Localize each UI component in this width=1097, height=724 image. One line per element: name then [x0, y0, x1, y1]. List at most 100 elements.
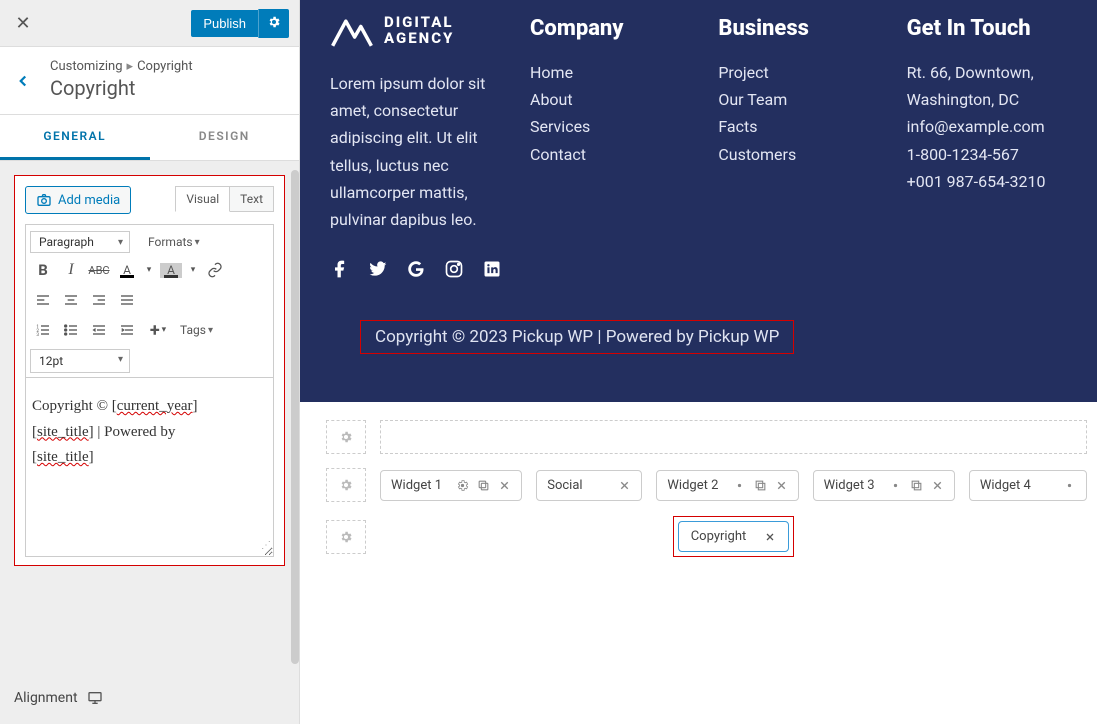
- breadcrumb: Customizing▸Copyright: [50, 59, 285, 74]
- tags-dropdown[interactable]: Tags: [176, 323, 217, 337]
- unordered-list-button[interactable]: [58, 317, 84, 343]
- copyright-text: Copyright © 2023 Pickup WP | Powered by …: [375, 327, 779, 347]
- text-color-dropdown[interactable]: ▾: [142, 257, 156, 283]
- copyright-widget[interactable]: Copyright: [678, 521, 790, 552]
- gear-icon: [267, 15, 281, 29]
- footer-col-touch: Get In Touch Rt. 66, Downtown, Washingto…: [907, 10, 1067, 279]
- footer-contact-line: 1-800-1234-567: [907, 141, 1067, 168]
- desktop-icon[interactable]: [86, 690, 104, 706]
- widget-box[interactable]: Widget 1: [380, 470, 522, 501]
- copyright-output-highlight: Copyright © 2023 Pickup WP | Powered by …: [360, 320, 794, 354]
- logo-icon: [330, 10, 374, 50]
- editor-tab-visual[interactable]: Visual: [175, 186, 230, 212]
- row-settings-button[interactable]: [326, 420, 366, 454]
- breadcrumb-bar: Customizing▸Copyright Copyright: [0, 46, 299, 115]
- bg-color-dropdown[interactable]: ▾: [186, 257, 200, 283]
- footer-link[interactable]: Our Team: [718, 86, 878, 113]
- add-media-button[interactable]: Add media: [25, 186, 131, 214]
- widget-box[interactable]: Widget 2: [656, 470, 798, 501]
- tab-general[interactable]: GENERAL: [0, 115, 150, 160]
- align-left-button[interactable]: [30, 287, 56, 313]
- linkedin-icon[interactable]: [482, 259, 502, 279]
- editor-tab-text[interactable]: Text: [230, 186, 274, 212]
- copyright-widget-highlight: Copyright: [673, 516, 795, 557]
- twitter-icon[interactable]: [368, 259, 388, 279]
- customizer-sidebar: ✕ Publish Customizing▸Copyright Copyrigh…: [0, 0, 300, 724]
- section-title: Copyright: [50, 76, 285, 100]
- logo-text: DIGITALAGENCY: [384, 14, 454, 47]
- ordered-list-button[interactable]: 123: [30, 317, 56, 343]
- font-size-select[interactable]: 12pt: [30, 349, 130, 373]
- align-justify-button[interactable]: [114, 287, 140, 313]
- strikethrough-button[interactable]: ABC: [86, 257, 112, 283]
- sidebar-scrollbar[interactable]: [291, 170, 299, 664]
- format-select[interactable]: Paragraph: [30, 231, 130, 253]
- svg-text:3: 3: [36, 332, 39, 338]
- back-button[interactable]: [8, 66, 38, 96]
- text-color-button[interactable]: A: [114, 257, 140, 283]
- duplicate-icon[interactable]: [477, 479, 490, 492]
- close-customizer-button[interactable]: ✕: [5, 5, 41, 41]
- close-icon[interactable]: [618, 479, 631, 492]
- formats-dropdown[interactable]: Formats: [144, 235, 204, 249]
- footer-link[interactable]: Facts: [718, 113, 878, 140]
- builder-empty-slot[interactable]: [380, 420, 1087, 454]
- footer-contact-line: info@example.com: [907, 113, 1067, 140]
- alignment-label: Alignment: [14, 690, 78, 706]
- camera-icon: [36, 192, 52, 208]
- row-settings-button[interactable]: [326, 520, 366, 554]
- footer-col-company: Company Home About Services Contact: [530, 10, 690, 279]
- google-icon[interactable]: [406, 259, 426, 279]
- italic-button[interactable]: I: [58, 257, 84, 283]
- footer-link[interactable]: Project: [718, 59, 878, 86]
- align-right-button[interactable]: [86, 287, 112, 313]
- bold-button[interactable]: B: [30, 257, 56, 283]
- duplicate-icon[interactable]: [910, 479, 923, 492]
- editor-mode-tabs: Visual Text: [175, 186, 274, 212]
- alignment-control: Alignment: [0, 672, 299, 724]
- sidebar-topbar: ✕ Publish: [0, 0, 299, 46]
- instagram-icon[interactable]: [444, 259, 464, 279]
- align-center-button[interactable]: [58, 287, 84, 313]
- footer-link[interactable]: Contact: [530, 141, 690, 168]
- close-icon[interactable]: [775, 479, 788, 492]
- facebook-icon[interactable]: [330, 259, 350, 279]
- bg-color-button[interactable]: A: [158, 257, 184, 283]
- copyright-editor[interactable]: Copyright © [current_year] [site_title] …: [25, 377, 274, 557]
- gear-icon[interactable]: [456, 479, 469, 492]
- row-settings-button[interactable]: [326, 468, 366, 502]
- footer-link[interactable]: About: [530, 86, 690, 113]
- footer-col-brand: DIGITALAGENCY Lorem ipsum dolor sit amet…: [330, 10, 502, 279]
- outdent-button[interactable]: [86, 317, 112, 343]
- close-icon[interactable]: [764, 531, 776, 543]
- gear-icon[interactable]: [1063, 479, 1076, 492]
- close-icon[interactable]: [931, 479, 944, 492]
- footer-link[interactable]: Home: [530, 59, 690, 86]
- widget-box[interactable]: Social: [536, 470, 642, 501]
- site-footer: DIGITALAGENCY Lorem ipsum dolor sit amet…: [300, 0, 1097, 402]
- widget-box[interactable]: Widget 4: [969, 470, 1087, 501]
- publish-settings-button[interactable]: [258, 9, 289, 38]
- indent-button[interactable]: [114, 317, 140, 343]
- footer-builder: Widget 1 Social Widget 2: [300, 402, 1097, 581]
- link-button[interactable]: [202, 257, 228, 283]
- widget-box[interactable]: Widget 3: [813, 470, 955, 501]
- duplicate-icon[interactable]: [754, 479, 767, 492]
- footer-contact-line: Rt. 66, Downtown, Washington, DC: [907, 59, 1067, 113]
- editor-highlight: Add media Visual Text Paragraph Formats …: [14, 175, 285, 566]
- insert-button[interactable]: +▾: [142, 317, 174, 343]
- section-tabs: GENERAL DESIGN: [0, 115, 299, 161]
- resize-handle[interactable]: ⋰: [261, 537, 271, 554]
- editor-toolbar: Paragraph Formats B I ABC A ▾ A ▾: [25, 224, 274, 377]
- tab-design[interactable]: DESIGN: [150, 115, 300, 160]
- footer-link[interactable]: Services: [530, 113, 690, 140]
- footer-about-text: Lorem ipsum dolor sit amet, consectetur …: [330, 70, 500, 233]
- close-icon[interactable]: [498, 479, 511, 492]
- gear-icon[interactable]: [889, 479, 902, 492]
- social-icons: [330, 259, 502, 279]
- footer-contact-line: +001 987-654-3210: [907, 168, 1067, 195]
- publish-button[interactable]: Publish: [191, 10, 258, 37]
- preview-pane: DIGITALAGENCY Lorem ipsum dolor sit amet…: [300, 0, 1097, 724]
- gear-icon[interactable]: [733, 479, 746, 492]
- footer-link[interactable]: Customers: [718, 141, 878, 168]
